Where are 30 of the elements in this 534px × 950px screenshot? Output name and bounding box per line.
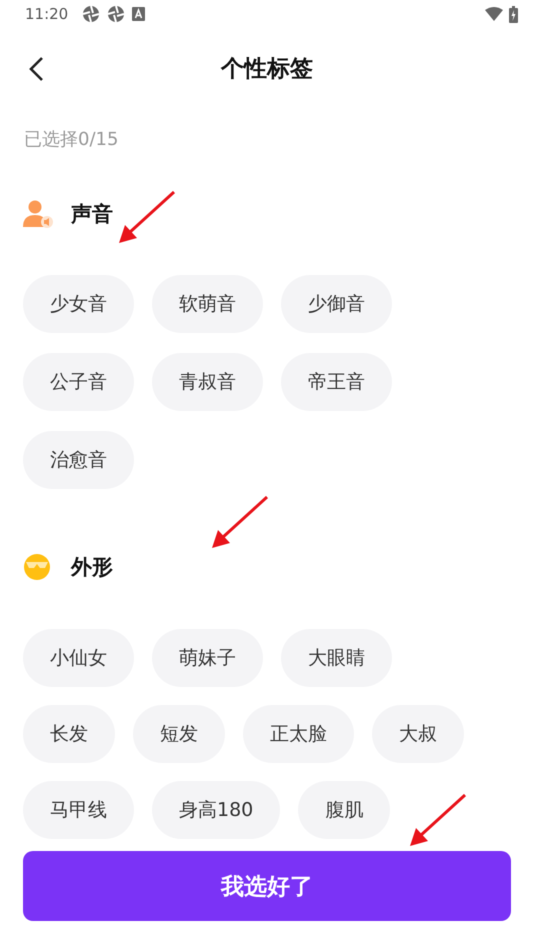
confirm-button[interactable]: 我选好了 <box>23 851 511 921</box>
aperture-icon <box>107 5 126 23</box>
sunglasses-face-icon <box>23 553 51 581</box>
tag-chip[interactable]: 萌妹子 <box>152 629 263 687</box>
tag-chip[interactable]: 正太脸 <box>243 705 354 763</box>
tag-chip[interactable]: 马甲线 <box>23 781 134 839</box>
tag-chip[interactable]: 少女音 <box>23 275 134 333</box>
selection-count: 已选择0/15 <box>24 128 120 152</box>
app-icon <box>132 7 146 21</box>
tag-chip[interactable]: 腹肌 <box>298 781 390 839</box>
section-title: 外形 <box>71 554 113 581</box>
tag-chip[interactable]: 青叔音 <box>152 353 263 411</box>
tag-chip[interactable]: 大叔 <box>372 705 464 763</box>
tag-chip[interactable]: 公子音 <box>23 353 134 411</box>
person-speaker-icon <box>23 199 53 229</box>
tag-chip[interactable]: 软萌音 <box>152 275 263 333</box>
page-title: 个性标签 <box>221 54 313 84</box>
tag-chip[interactable]: 长发 <box>23 705 115 763</box>
status-time: 11:20 <box>25 5 68 23</box>
wifi-icon <box>485 7 503 21</box>
tag-chip[interactable]: 身高180 <box>152 781 280 839</box>
battery-icon <box>509 6 518 22</box>
tag-chip[interactable]: 帝王音 <box>281 353 392 411</box>
tag-chip[interactable]: 大眼睛 <box>281 629 392 687</box>
tag-chip[interactable]: 治愈音 <box>23 431 134 489</box>
tag-chip[interactable]: 小仙女 <box>23 629 134 687</box>
tag-chip[interactable]: 少御音 <box>281 275 392 333</box>
aperture-icon <box>82 5 100 23</box>
section-title: 声音 <box>71 201 113 228</box>
tag-chip[interactable]: 短发 <box>133 705 225 763</box>
